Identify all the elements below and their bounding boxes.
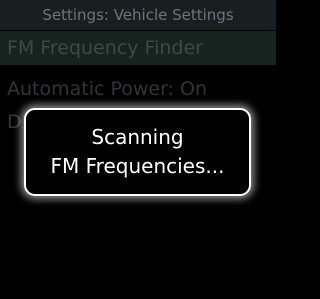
header-title: Settings: Vehicle Settings [0, 0, 276, 30]
menu-item-automatic-power[interactable]: Automatic Power: On [0, 72, 276, 106]
menu-item-label: D [7, 111, 22, 133]
menu-item-fm-frequency-finder[interactable]: FM Frequency Finder [0, 31, 276, 65]
scanning-dialog: Scanning FM Frequencies... [24, 108, 251, 196]
dialog-line-2: FM Frequencies... [50, 154, 225, 178]
screen: Settings: Vehicle Settings FM Frequency … [0, 0, 276, 299]
menu-item-label: Automatic Power: On [7, 78, 208, 100]
dialog-line-1: Scanning [91, 125, 184, 149]
menu-item-label: FM Frequency Finder [7, 37, 203, 59]
